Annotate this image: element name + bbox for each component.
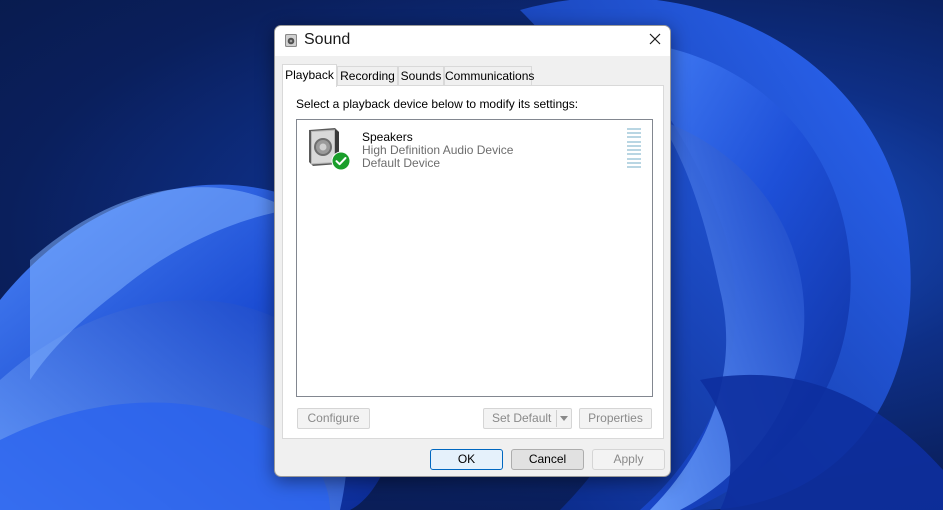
window-title: Sound: [304, 31, 351, 48]
tab-playback[interactable]: Playback: [282, 64, 337, 87]
configure-label: Configure: [307, 411, 360, 425]
ok-button[interactable]: OK: [430, 449, 503, 470]
speaker-icon: [284, 33, 298, 48]
tab-label: Communications: [445, 69, 535, 83]
sound-dialog: Sound Playback Recording Sounds Communic…: [274, 25, 671, 477]
apply-label: Apply: [613, 452, 644, 466]
close-button[interactable]: [640, 26, 670, 56]
properties-label: Properties: [588, 411, 643, 425]
tab-communications[interactable]: Communications: [444, 66, 535, 85]
tab-label: Playback: [285, 68, 334, 82]
tab-sounds[interactable]: Sounds: [398, 66, 444, 85]
device-list[interactable]: Speakers High Definition Audio Device De…: [296, 119, 653, 397]
desktop: Sound Playback Recording Sounds Communic…: [0, 0, 943, 510]
instruction-text: Select a playback device below to modify…: [296, 97, 579, 111]
cancel-label: Cancel: [528, 452, 567, 466]
device-status: Default Device: [362, 156, 441, 170]
playback-panel: Select a playback device below to modify…: [282, 85, 664, 439]
device-name: Speakers: [362, 130, 413, 144]
title-bar[interactable]: Sound: [275, 26, 670, 56]
properties-button[interactable]: Properties: [579, 408, 652, 429]
ok-label: OK: [457, 452, 476, 466]
device-description: High Definition Audio Device: [362, 143, 514, 157]
set-default-button[interactable]: Set Default: [483, 408, 572, 429]
split-divider: [556, 410, 557, 427]
apply-button[interactable]: Apply: [592, 449, 665, 470]
tab-label: Recording: [340, 69, 395, 83]
set-default-label: Set Default: [492, 411, 552, 425]
chevron-down-icon[interactable]: [560, 416, 568, 421]
close-icon: [649, 32, 661, 50]
tab-recording[interactable]: Recording: [337, 66, 398, 85]
default-check-icon: [331, 151, 351, 171]
volume-level-meter: [627, 128, 641, 168]
configure-button[interactable]: Configure: [297, 408, 370, 429]
tab-label: Sounds: [400, 69, 442, 83]
cancel-button[interactable]: Cancel: [511, 449, 584, 470]
list-item[interactable]: Speakers High Definition Audio Device De…: [298, 121, 651, 177]
